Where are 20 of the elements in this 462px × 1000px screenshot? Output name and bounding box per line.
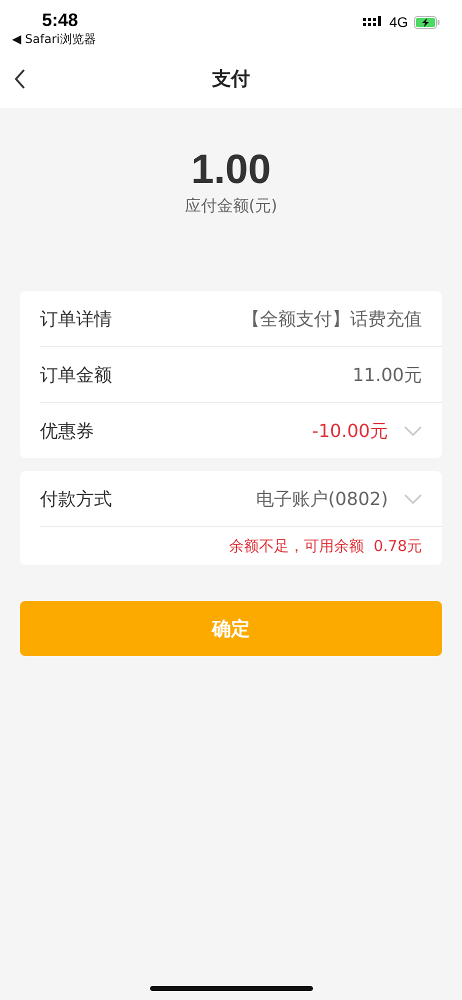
amount-label: 应付金额(元) <box>184 196 278 217</box>
row-label: 优惠券 <box>40 420 94 442</box>
row-value: -10.00元 <box>312 420 388 442</box>
back-to-app-link[interactable]: ◀ Safari浏览器 <box>12 31 96 47</box>
balance-warning: 余额不足，可用余额 0.78元 <box>229 536 422 556</box>
chevron-down-icon[interactable] <box>404 494 422 504</box>
amount-value: 1.00 <box>191 146 271 192</box>
status-time: 5:48 <box>42 9 78 31</box>
row-value: 电子账户(0802) <box>256 488 388 510</box>
row-label: 订单金额 <box>40 364 112 386</box>
charging-battery-icon <box>414 16 440 28</box>
chevron-down-icon[interactable] <box>404 426 422 436</box>
page-title: 支付 <box>212 67 250 92</box>
row-label: 订单详情 <box>40 308 112 330</box>
row-value: 11.00元 <box>352 364 422 386</box>
row-label: 付款方式 <box>40 488 112 510</box>
network-type: 4G <box>389 14 408 30</box>
back-icon[interactable] <box>14 69 26 89</box>
row-value: 【全额支付】话费充值 <box>242 308 422 330</box>
signal-icon <box>363 16 384 28</box>
